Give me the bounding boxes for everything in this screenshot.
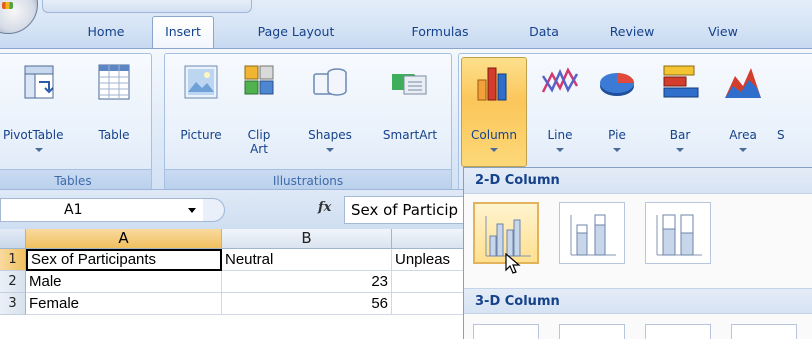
- area-chart-icon: [725, 68, 761, 98]
- pie-chart-label: Pie: [608, 128, 626, 142]
- name-box[interactable]: A1: [0, 198, 205, 222]
- cell-b3[interactable]: 56: [222, 293, 392, 315]
- table-label: Table: [98, 128, 130, 142]
- row-header-2[interactable]: 2: [0, 271, 26, 293]
- pie-chart-icon: [600, 73, 634, 96]
- ribbon-tab-strip: Home Insert Page Layout Formulas Data Re…: [0, 0, 812, 48]
- picture-label: Picture: [180, 128, 222, 142]
- 3d-stacked-column-option[interactable]: [559, 324, 625, 339]
- chevron-down-icon: [676, 148, 684, 152]
- pivottable-icon: [24, 65, 54, 99]
- 3d-clustered-column-option[interactable]: [473, 324, 539, 339]
- 3d-100-stacked-column-option[interactable]: [645, 324, 711, 339]
- stacked-column-option[interactable]: [559, 202, 625, 264]
- column-header-b[interactable]: B: [222, 229, 392, 249]
- clipart-icon: [244, 65, 274, 95]
- column-header-c[interactable]: [392, 229, 472, 249]
- area-chart-button[interactable]: Area: [713, 58, 773, 166]
- pie-chart-button[interactable]: Pie: [589, 58, 645, 166]
- line-chart-button[interactable]: Line: [537, 58, 583, 166]
- row-header-1[interactable]: 1: [0, 249, 26, 271]
- scatter-chart-button[interactable]: S: [777, 58, 812, 166]
- line-chart-icon: [541, 67, 579, 93]
- chevron-down-icon: [556, 148, 564, 152]
- smartart-button[interactable]: SmartArt: [373, 58, 447, 166]
- formula-bar: A1 fx Sex of Particip: [0, 189, 474, 229]
- smartart-label: SmartArt: [382, 128, 438, 142]
- group-illustrations: Picture Clip Art Shapes SmartArt Illustr…: [164, 53, 452, 192]
- table-icon: [98, 64, 130, 100]
- column-header-a[interactable]: A: [26, 229, 222, 249]
- formula-bar-expander[interactable]: [203, 198, 225, 222]
- shapes-button[interactable]: Shapes: [295, 58, 365, 166]
- gallery-header-3d-column: 3-D Column: [464, 288, 812, 314]
- cell-a2[interactable]: Male: [26, 271, 222, 293]
- stacked-column-icon: [570, 214, 616, 256]
- quick-access-toolbar: [42, 0, 252, 13]
- clipart-button[interactable]: Clip Art: [237, 58, 281, 166]
- group-tables: PivotTable Table Tables: [0, 53, 152, 192]
- picture-icon: [184, 65, 218, 99]
- bar-chart-button[interactable]: Bar: [653, 58, 707, 166]
- name-box-value: A1: [64, 202, 83, 218]
- select-all-corner[interactable]: [0, 229, 26, 249]
- cell-a1[interactable]: Sex of Participants: [26, 249, 222, 271]
- cell-c2[interactable]: [392, 271, 472, 293]
- scatter-chart-label: S: [777, 128, 785, 142]
- cell-b2[interactable]: 23: [222, 271, 392, 293]
- row-header-3[interactable]: 3: [0, 293, 26, 315]
- chevron-down-icon: [739, 148, 747, 152]
- area-chart-label: Area: [729, 128, 757, 142]
- cell-a3[interactable]: Female: [26, 293, 222, 315]
- tab-insert[interactable]: Insert: [152, 16, 214, 48]
- cell-b1[interactable]: Neutral: [222, 249, 392, 271]
- 100-stacked-column-option[interactable]: [645, 202, 711, 264]
- chevron-down-icon: [35, 148, 43, 152]
- tab-data[interactable]: Data: [521, 17, 567, 48]
- formula-input[interactable]: Sex of Particip: [344, 196, 474, 224]
- line-chart-label: Line: [547, 128, 573, 142]
- pivottable-label: PivotTable: [3, 128, 64, 142]
- pivottable-button[interactable]: PivotTable: [1, 58, 77, 166]
- 100-stacked-column-icon: [656, 214, 702, 256]
- table-button[interactable]: Table: [91, 58, 137, 166]
- 3d-column-option[interactable]: [731, 324, 797, 339]
- bar-chart-icon: [663, 65, 699, 98]
- group-illustrations-label: Illustrations: [165, 169, 451, 191]
- gallery-header-2d-column: 2-D Column: [464, 168, 812, 194]
- tab-review[interactable]: Review: [603, 17, 661, 48]
- office-logo-icon: [2, 2, 13, 9]
- column-chart-label: Column: [471, 128, 517, 142]
- office-button[interactable]: [0, 0, 38, 34]
- tab-page-layout[interactable]: Page Layout: [248, 17, 344, 48]
- chevron-down-icon: [326, 148, 334, 152]
- shapes-label: Shapes: [308, 128, 352, 142]
- column-chart-button[interactable]: Column: [461, 57, 527, 167]
- chevron-down-icon: [490, 148, 498, 152]
- shapes-icon: [313, 68, 347, 96]
- bar-chart-label: Bar: [669, 128, 691, 142]
- tab-home[interactable]: Home: [78, 17, 134, 48]
- group-tables-label: Tables: [0, 169, 151, 191]
- cell-c3[interactable]: [392, 293, 472, 315]
- tab-view[interactable]: View: [700, 17, 746, 48]
- clipart-label: Clip Art: [247, 128, 271, 156]
- mouse-pointer-icon: [505, 253, 521, 274]
- picture-button[interactable]: Picture: [169, 58, 233, 166]
- cell-c1[interactable]: Unpleas: [392, 249, 472, 271]
- column-chart-icon: [477, 67, 507, 101]
- smartart-icon: [392, 74, 427, 95]
- chevron-down-icon: [613, 148, 621, 152]
- worksheet-grid: A B 1 2 3 Sex of Participants Neutral Un…: [0, 229, 472, 339]
- clustered-column-icon: [485, 216, 531, 257]
- insert-function-icon[interactable]: fx: [318, 200, 331, 215]
- chevron-down-icon[interactable]: [188, 208, 196, 213]
- tab-formulas[interactable]: Formulas: [402, 17, 478, 48]
